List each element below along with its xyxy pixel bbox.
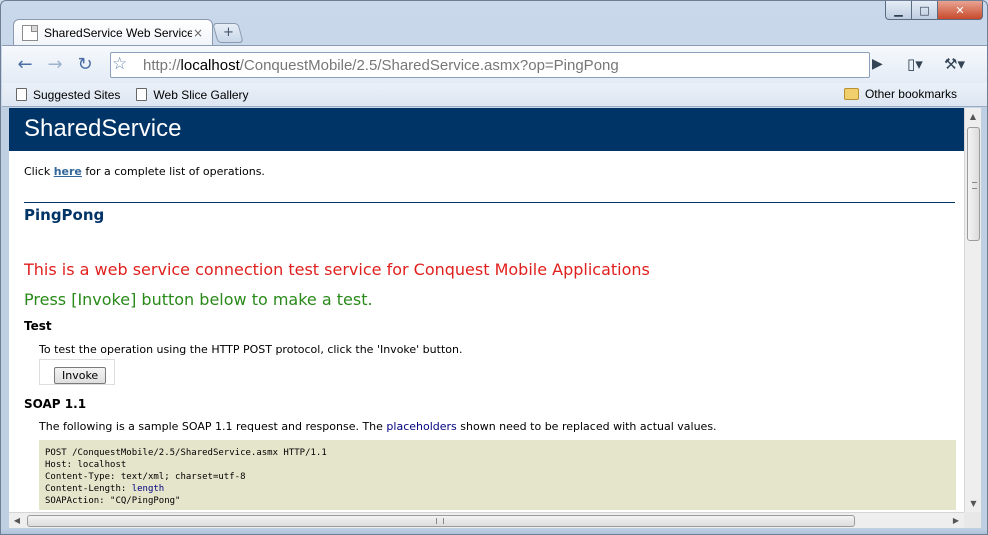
code-line: Host: localhost bbox=[45, 460, 127, 470]
grip-icon bbox=[436, 518, 444, 524]
bookmark-suggested-sites[interactable]: Suggested Sites bbox=[16, 88, 120, 102]
window-frame-bottom bbox=[1, 528, 987, 534]
url-path: /ConquestMobile/2.5/SharedService.asmx?o… bbox=[239, 56, 619, 74]
other-bookmarks[interactable]: Other bookmarks bbox=[843, 87, 957, 101]
operation-divider bbox=[24, 202, 955, 203]
code-line: SOAPAction: "CQ/PingPong" bbox=[45, 496, 181, 506]
bookmarks-bar: Suggested Sites Web Slice Gallery Other … bbox=[2, 83, 987, 107]
forward-button[interactable]: → bbox=[42, 52, 68, 78]
go-button[interactable]: ▶ bbox=[872, 56, 883, 72]
navigation-toolbar: ← → ↻ http://localhost/ConquestMobile/2.… bbox=[2, 45, 987, 83]
browser-window: SharedService Web Service × + ▁ □ ✕ ← → … bbox=[0, 0, 988, 535]
code-line: Content-Length: length bbox=[45, 483, 950, 495]
soap-text-suffix: shown need to be replaced with actual va… bbox=[456, 420, 717, 433]
url-scheme: http:// bbox=[143, 56, 181, 74]
new-tab-button[interactable]: + bbox=[212, 23, 244, 43]
close-window-button[interactable]: ✕ bbox=[938, 1, 983, 20]
horizontal-scroll-thumb[interactable] bbox=[27, 515, 855, 527]
horizontal-scrollbar[interactable]: ◀ ▶ bbox=[9, 512, 964, 528]
bookmark-label: Web Slice Gallery bbox=[153, 87, 249, 102]
scroll-up-arrow-icon[interactable]: ▲ bbox=[965, 108, 981, 125]
operation-description: This is a web service connection test se… bbox=[24, 260, 650, 279]
soap-text-prefix: The following is a sample SOAP 1.1 reque… bbox=[39, 420, 387, 433]
folder-icon bbox=[843, 88, 859, 100]
soap-request-sample: POST /ConquestMobile/2.5/SharedService.a… bbox=[39, 440, 956, 510]
grip-icon bbox=[972, 182, 977, 189]
service-heading: SharedService bbox=[9, 108, 964, 151]
window-frame-right bbox=[981, 107, 987, 528]
url-text: http://localhost/ConquestMobile/2.5/Shar… bbox=[143, 57, 619, 74]
scrollbar-corner bbox=[964, 512, 981, 528]
vertical-scroll-thumb[interactable] bbox=[967, 127, 980, 241]
back-button[interactable]: ← bbox=[12, 52, 38, 78]
tab-title: SharedService Web Service bbox=[44, 26, 192, 40]
soap-description: The following is a sample SOAP 1.1 reque… bbox=[39, 420, 964, 433]
invoke-button[interactable]: Invoke bbox=[54, 367, 107, 384]
intro-text: Click here for a complete list of operat… bbox=[24, 165, 964, 178]
invoke-form: Invoke bbox=[39, 359, 115, 385]
tab-close-icon[interactable]: × bbox=[192, 26, 204, 40]
soap-heading: SOAP 1.1 bbox=[24, 397, 87, 411]
page-menu-icon[interactable]: ▯▾ bbox=[907, 55, 923, 73]
code-line: POST /ConquestMobile/2.5/SharedService.a… bbox=[45, 448, 327, 458]
window-frame-left bbox=[1, 107, 9, 528]
code-placeholder: length bbox=[131, 484, 165, 494]
maximize-button[interactable]: □ bbox=[912, 1, 938, 20]
intro-suffix: for a complete list of operations. bbox=[81, 165, 265, 178]
tab-strip: SharedService Web Service × + ▁ □ ✕ bbox=[1, 1, 987, 46]
vertical-scrollbar[interactable]: ▲ ▼ bbox=[964, 108, 981, 512]
bookmark-page-icon bbox=[136, 88, 148, 101]
url-host: localhost bbox=[180, 56, 240, 74]
operations-list-link[interactable]: here bbox=[54, 165, 82, 178]
test-description: To test the operation using the HTTP POS… bbox=[39, 343, 463, 356]
placeholders-term: placeholders bbox=[386, 420, 457, 433]
test-heading: Test bbox=[24, 319, 52, 333]
code-line: Content-Type: text/xml; charset=utf-8 bbox=[45, 472, 246, 482]
page-icon bbox=[22, 25, 38, 41]
tab-sharedservice[interactable]: SharedService Web Service × bbox=[13, 19, 213, 46]
operation-instruction: Press [Invoke] button below to make a te… bbox=[24, 290, 373, 309]
other-bookmarks-label: Other bookmarks bbox=[864, 87, 957, 101]
operation-title: PingPong bbox=[24, 206, 105, 224]
bookmark-label: Suggested Sites bbox=[33, 87, 121, 102]
page-content: SharedService Click here for a complete … bbox=[9, 108, 964, 512]
scroll-down-arrow-icon[interactable]: ▼ bbox=[965, 495, 982, 512]
intro-prefix: Click bbox=[24, 165, 54, 178]
bookmark-star-icon[interactable]: ☆ bbox=[112, 54, 127, 74]
reload-button[interactable]: ↻ bbox=[72, 52, 98, 78]
wrench-menu-icon[interactable]: ⚒▾ bbox=[944, 55, 965, 73]
bookmark-page-icon bbox=[16, 88, 27, 101]
code-key: Content-Length: bbox=[45, 484, 132, 494]
bookmark-web-slice-gallery[interactable]: Web Slice Gallery bbox=[136, 87, 249, 102]
plus-icon: + bbox=[222, 25, 234, 40]
address-bar[interactable]: http://localhost/ConquestMobile/2.5/Shar… bbox=[110, 52, 870, 78]
scroll-right-arrow-icon[interactable]: ▶ bbox=[948, 513, 964, 529]
minimize-button[interactable]: ▁ bbox=[885, 1, 912, 20]
scroll-left-arrow-icon[interactable]: ◀ bbox=[9, 513, 25, 529]
window-controls: ▁ □ ✕ bbox=[885, 1, 983, 20]
